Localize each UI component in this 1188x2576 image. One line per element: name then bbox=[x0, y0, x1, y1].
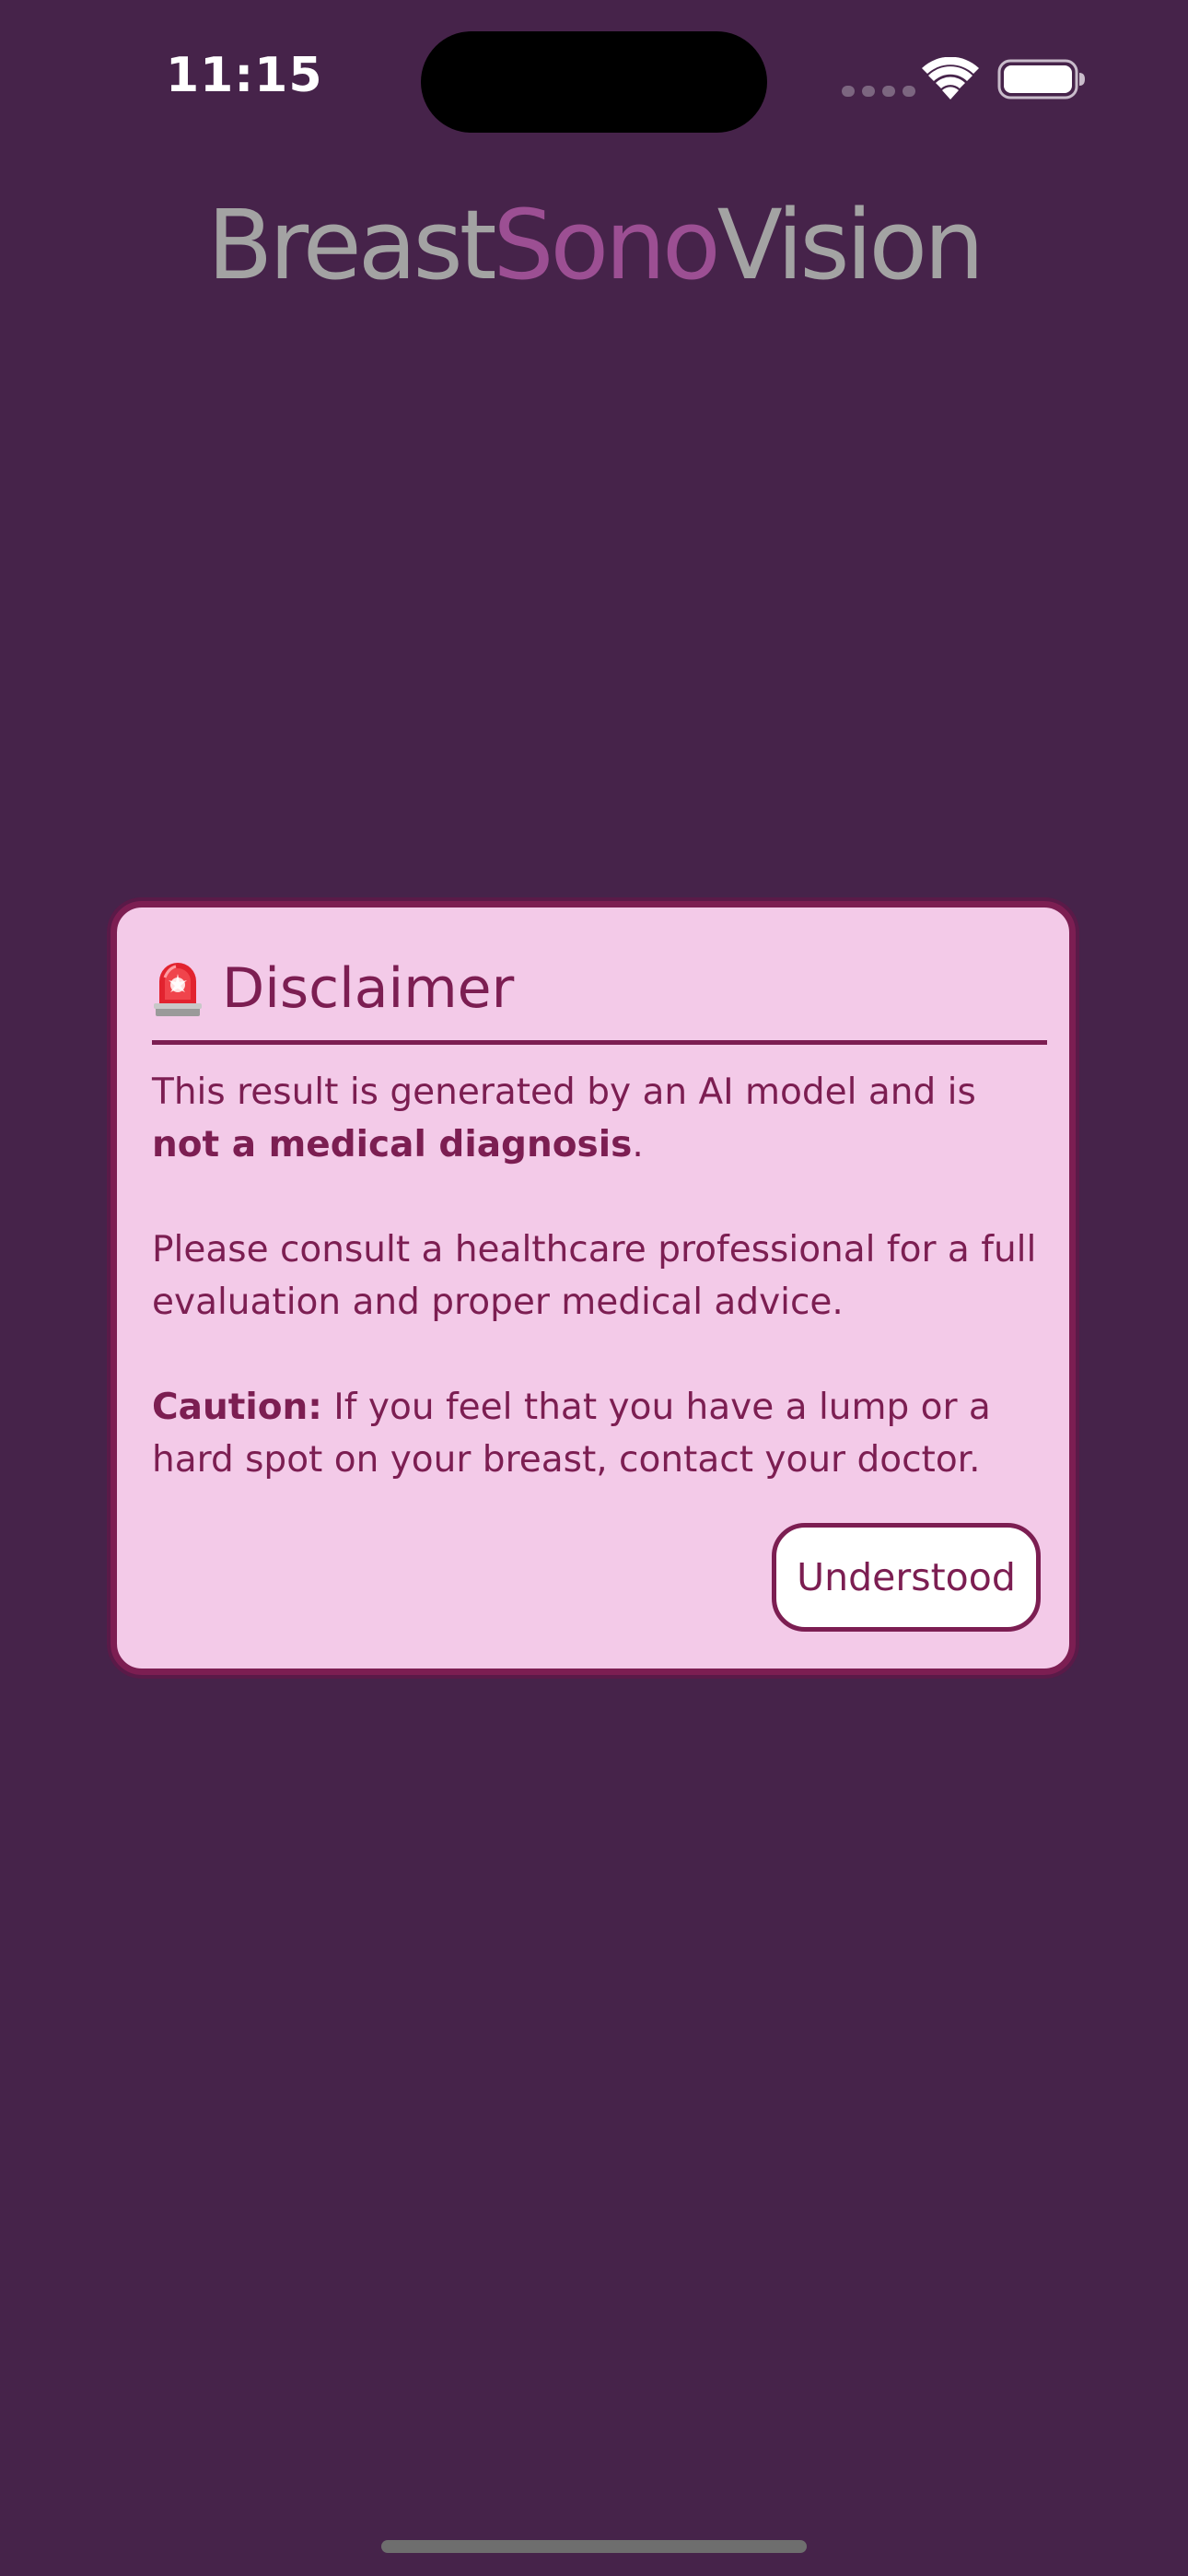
disclaimer-header: Disclaimer bbox=[152, 952, 514, 1025]
disclaimer-title: Disclaimer bbox=[222, 956, 515, 1021]
disclaimer-period: . bbox=[632, 1124, 644, 1165]
app-title: BreastSonoVision bbox=[0, 181, 1188, 310]
understood-button[interactable]: Understood bbox=[772, 1523, 1041, 1632]
divider bbox=[152, 1040, 1047, 1045]
disclaimer-paragraph-ai: This result is generated by an AI model … bbox=[152, 1066, 1054, 1171]
battery-icon bbox=[997, 59, 1085, 100]
home-indicator[interactable] bbox=[381, 2540, 807, 2553]
disclaimer-ai-text: This result is generated by an AI model … bbox=[152, 1071, 976, 1113]
status-time: 11:15 bbox=[166, 48, 323, 103]
dynamic-island bbox=[421, 31, 767, 133]
app-title-part-breast: Breast bbox=[206, 189, 496, 301]
disclaimer-paragraph-consult: Please consult a healthcare professional… bbox=[152, 1229, 1037, 1323]
wifi-icon bbox=[922, 57, 979, 100]
disclaimer-paragraph-caution: Caution: If you feel that you have a lum… bbox=[152, 1381, 1054, 1486]
disclaimer-not-diagnosis-text: not a medical diagnosis bbox=[152, 1124, 633, 1165]
cellular-signal-icon bbox=[842, 86, 915, 97]
disclaimer-dialog: Disclaimer This result is generated by a… bbox=[111, 901, 1076, 1675]
app-title-part-sono: Sono bbox=[493, 189, 720, 301]
caution-label: Caution: bbox=[152, 1387, 322, 1428]
siren-icon bbox=[154, 963, 202, 1016]
app-title-part-vision: Vision bbox=[716, 189, 984, 301]
